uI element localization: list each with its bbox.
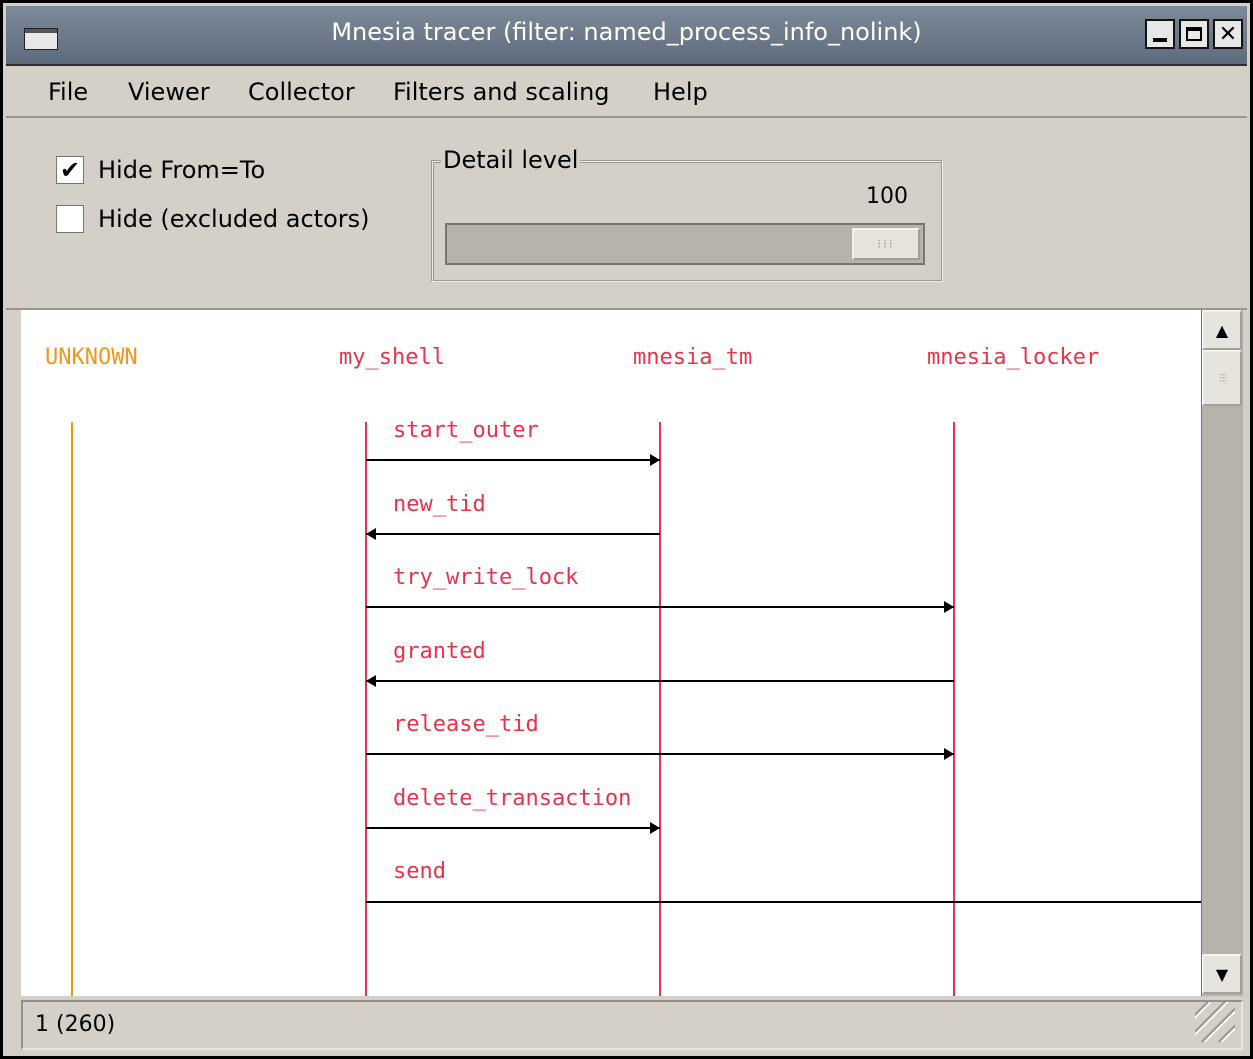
- menu-file[interactable]: File: [48, 78, 88, 106]
- message-label[interactable]: new_tid: [393, 492, 486, 517]
- message-label[interactable]: start_outer: [393, 418, 539, 443]
- arrowhead-icon: [650, 454, 660, 466]
- detail-level-legend: Detail level: [441, 146, 581, 174]
- minimize-button[interactable]: [1145, 19, 1175, 49]
- detail-level-slider[interactable]: ⁝⁝⁝: [445, 223, 925, 265]
- title-bar[interactable]: Mnesia tracer (filter: named_process_inf…: [6, 6, 1247, 66]
- slider-thumb[interactable]: ⁝⁝⁝: [852, 228, 920, 260]
- scroll-down-button[interactable]: ▼: [1202, 954, 1242, 994]
- arrowhead-icon: [944, 748, 954, 760]
- actor-label-mnesia-locker[interactable]: mnesia_locker: [927, 345, 1099, 370]
- maximize-icon: [1186, 27, 1202, 41]
- maximize-button[interactable]: [1179, 19, 1209, 49]
- arrowhead-icon: [944, 601, 954, 613]
- message-label[interactable]: try_write_lock: [393, 565, 578, 590]
- actor-label-my-shell[interactable]: my_shell: [339, 345, 445, 370]
- hide-excluded-label: Hide (excluded actors): [98, 205, 370, 233]
- status-bar: 1 (260): [21, 1000, 1243, 1050]
- menu-bar: File Viewer Collector Filters and scalin…: [6, 66, 1247, 118]
- scrollbar-thumb[interactable]: ⁝⁝⁝: [1202, 350, 1242, 406]
- hide-from-to-checkbox-row[interactable]: ✔ Hide From=To: [56, 153, 265, 187]
- close-button[interactable]: ✕: [1213, 19, 1243, 49]
- arrowhead-icon: [366, 528, 376, 540]
- actor-label-mnesia-tm[interactable]: mnesia_tm: [633, 345, 752, 370]
- vertical-scrollbar[interactable]: ▲ ⁝⁝⁝ ▼: [1201, 310, 1243, 996]
- close-icon: ✕: [1218, 21, 1238, 47]
- arrow-up-icon: ▲: [1215, 320, 1229, 340]
- menu-collector[interactable]: Collector: [248, 78, 355, 106]
- hide-from-to-checkbox[interactable]: ✔: [56, 156, 84, 184]
- hide-excluded-checkbox[interactable]: [56, 205, 84, 233]
- status-text: 1 (260): [35, 1012, 116, 1037]
- checkmark-icon: ✔: [59, 156, 81, 184]
- detail-level-value: 100: [866, 184, 908, 209]
- hide-excluded-checkbox-row[interactable]: Hide (excluded actors): [56, 202, 370, 236]
- menu-viewer[interactable]: Viewer: [128, 78, 210, 106]
- menu-help[interactable]: Help: [653, 78, 708, 106]
- window-title: Mnesia tracer (filter: named_process_inf…: [331, 18, 922, 46]
- sequence-diagram-canvas[interactable]: UNKNOWN my_shell mnesia_tm mnesia_locker…: [21, 310, 1201, 996]
- minimize-icon: [1153, 38, 1167, 42]
- arrowhead-icon: [366, 675, 376, 687]
- message-label[interactable]: delete_transaction: [393, 786, 631, 811]
- app-window: Mnesia tracer (filter: named_process_inf…: [0, 0, 1253, 1059]
- message-label[interactable]: send: [393, 859, 446, 884]
- message-label[interactable]: release_tid: [393, 712, 539, 737]
- arrow-down-icon: ▼: [1215, 964, 1229, 984]
- actor-label-unknown[interactable]: UNKNOWN: [45, 345, 138, 370]
- message-label[interactable]: granted: [393, 639, 486, 664]
- resize-grip-icon[interactable]: [1195, 1002, 1235, 1042]
- sequence-diagram: [71, 422, 1201, 996]
- menu-filters-and-scaling[interactable]: Filters and scaling: [393, 78, 610, 106]
- hide-from-to-label: Hide From=To: [98, 156, 266, 184]
- options-panel: ✔ Hide From=To Hide (excluded actors) De…: [6, 118, 1247, 310]
- arrowhead-icon: [650, 822, 660, 834]
- scroll-up-button[interactable]: ▲: [1202, 310, 1242, 350]
